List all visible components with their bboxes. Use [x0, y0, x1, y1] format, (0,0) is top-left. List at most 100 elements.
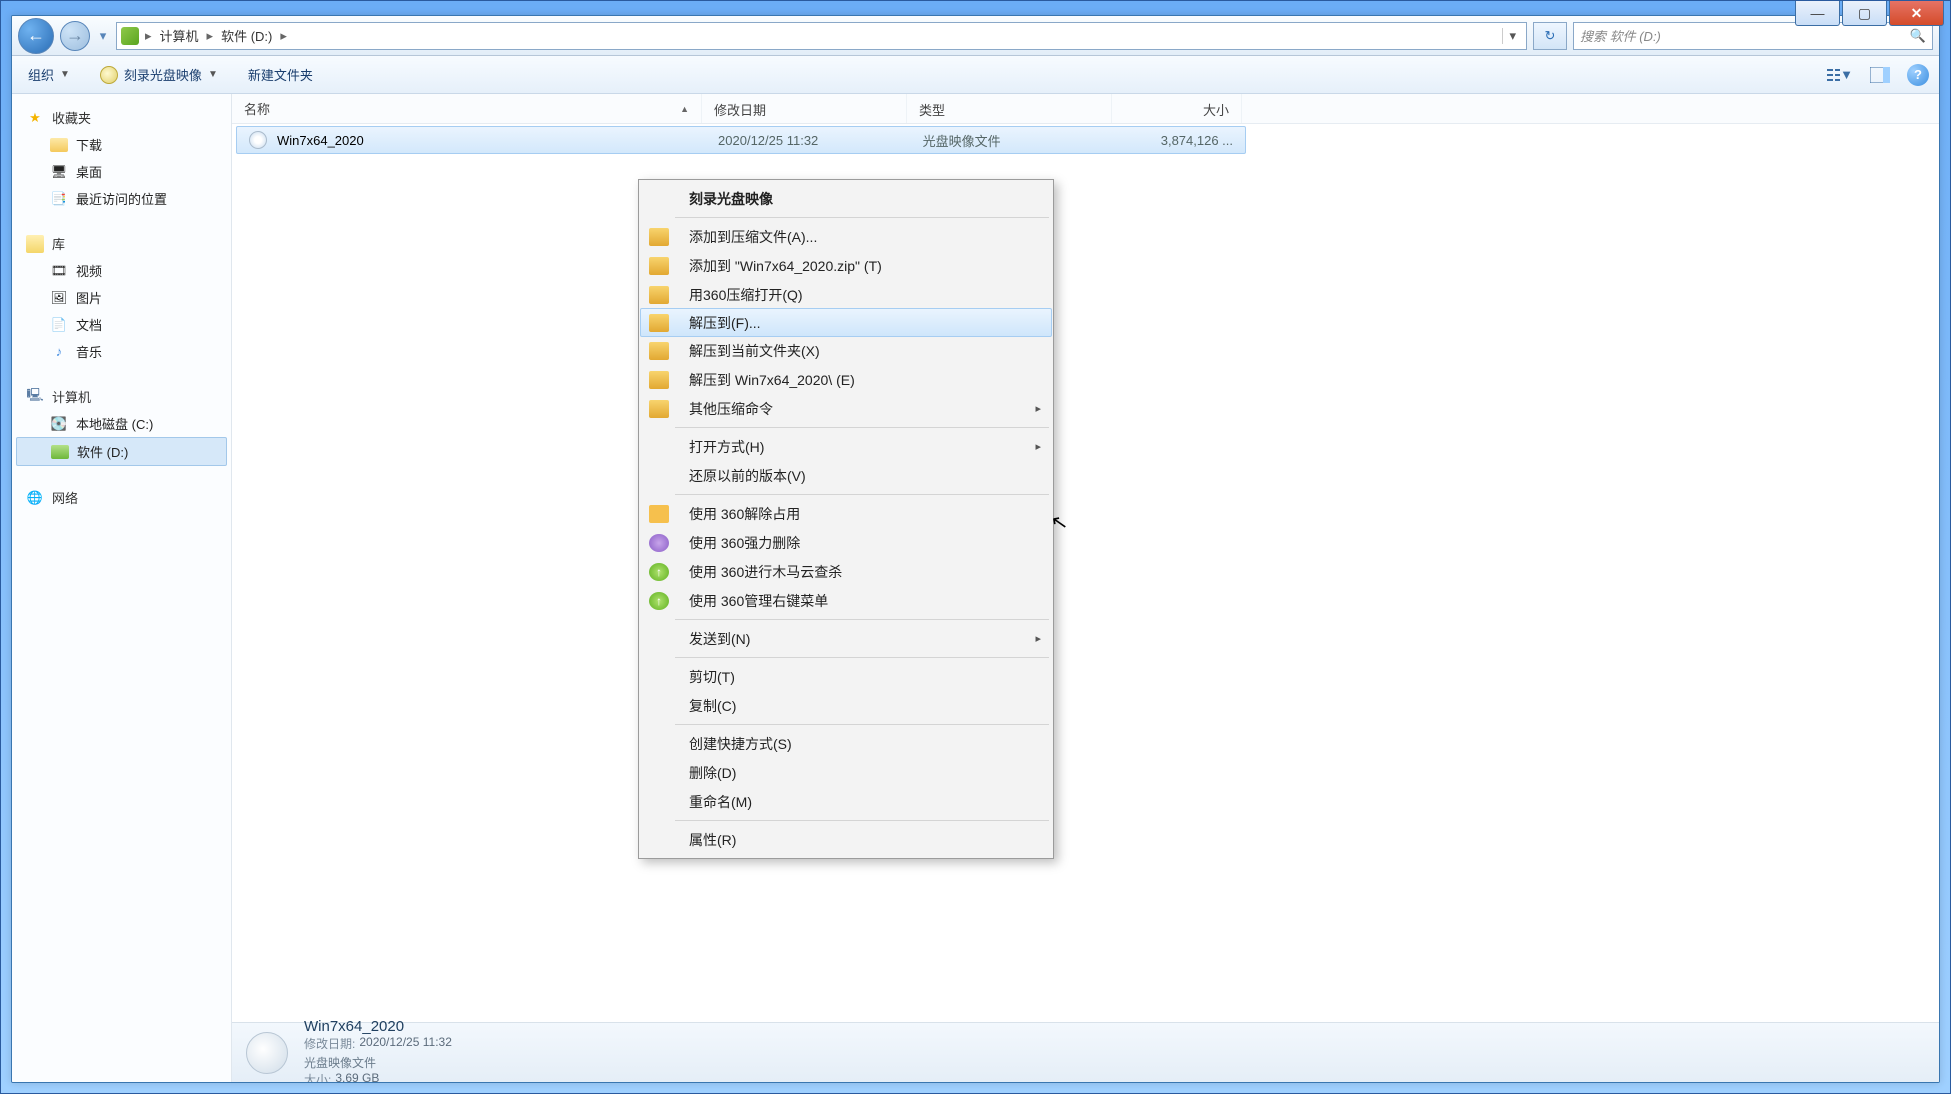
force-delete-icon [649, 534, 669, 552]
chevron-down-icon: ▼ [1840, 67, 1853, 82]
refresh-button[interactable]: ↻ [1533, 22, 1567, 50]
cm-delete[interactable]: 删除(D) [641, 758, 1051, 787]
file-row[interactable]: Win7x64_2020 2020/12/25 11:32 光盘映像文件 3,8… [236, 126, 1246, 154]
list-view-icon [1827, 67, 1840, 83]
content-area: 名称▲ 修改日期 类型 大小 Win7x64_2020 2020/12/25 1… [232, 94, 1939, 1082]
file-date-cell: 2020/12/25 11:32 [706, 133, 911, 148]
cm-360-force-delete[interactable]: 使用 360强力删除 [641, 528, 1051, 557]
libraries-header[interactable]: 库 [16, 230, 227, 257]
refresh-icon: ↻ [1545, 28, 1556, 44]
file-list[interactable]: Win7x64_2020 2020/12/25 11:32 光盘映像文件 3,8… [232, 124, 1939, 1022]
cm-360-manage[interactable]: ↑使用 360管理右键菜单 [641, 586, 1051, 615]
cm-separator [675, 427, 1049, 428]
drive-icon: 💽 [50, 415, 68, 433]
computer-group: 🖳 计算机 💽本地磁盘 (C:) 软件 (D:) [16, 383, 227, 466]
cm-add-archive[interactable]: 添加到压缩文件(A)... [641, 222, 1051, 251]
sidebar-item-music[interactable]: ♪音乐 [16, 338, 227, 365]
burn-image-button[interactable]: 刻录光盘映像 ▼ [94, 61, 224, 88]
sidebar-item-drive-c[interactable]: 💽本地磁盘 (C:) [16, 410, 227, 437]
breadcrumb-sep: ▸ [145, 28, 152, 44]
unlock-icon [649, 505, 669, 523]
column-type[interactable]: 类型 [907, 94, 1112, 123]
cm-open-with[interactable]: 打开方式(H)▸ [641, 432, 1051, 461]
close-button[interactable]: ✕ [1889, 1, 1944, 26]
breadcrumb-computer[interactable]: 计算机 [158, 26, 201, 45]
cm-extract-here[interactable]: 解压到当前文件夹(X) [641, 336, 1051, 365]
context-menu: 刻录光盘映像 添加到压缩文件(A)... 添加到 "Win7x64_2020.z… [638, 179, 1054, 859]
cm-properties[interactable]: 属性(R) [641, 825, 1051, 854]
cm-copy[interactable]: 复制(C) [641, 691, 1051, 720]
cm-other-zip[interactable]: 其他压缩命令▸ [641, 394, 1051, 423]
details-pane: Win7x64_2020 修改日期: 2020/12/25 11:32 光盘映像… [232, 1022, 1939, 1082]
help-button[interactable]: ? [1907, 64, 1929, 86]
sidebar-item-documents[interactable]: 📄文档 [16, 311, 227, 338]
back-button[interactable]: ← [18, 18, 54, 54]
details-type: 光盘映像文件 [304, 1056, 376, 1070]
desktop-icon: 🖥 [50, 163, 68, 181]
nav-history-dropdown[interactable]: ▾ [96, 21, 110, 51]
scan-icon: ↑ [649, 563, 669, 581]
cm-burn-image[interactable]: 刻录光盘映像 [641, 184, 1051, 213]
breadcrumb-drive-d[interactable]: 软件 (D:) [219, 26, 274, 45]
disc-icon [100, 66, 118, 84]
recent-icon: 📑 [50, 190, 68, 208]
cm-create-shortcut[interactable]: 创建快捷方式(S) [641, 729, 1051, 758]
file-thumbnail-icon [246, 1032, 288, 1074]
library-icon [26, 235, 44, 253]
sidebar-item-videos[interactable]: 🎞视频 [16, 257, 227, 284]
cm-extract-to[interactable]: 解压到(F)... [640, 308, 1052, 337]
address-bar[interactable]: ▸ 计算机 ▸ 软件 (D:) ▸ ▾ [116, 22, 1527, 50]
sidebar-item-drive-d[interactable]: 软件 (D:) [16, 437, 227, 466]
search-placeholder: 搜索 软件 (D:) [1580, 26, 1661, 45]
column-size[interactable]: 大小 [1112, 94, 1242, 123]
cm-360-unlock[interactable]: 使用 360解除占用 [641, 499, 1051, 528]
zip-icon [649, 400, 669, 418]
folder-icon [50, 138, 68, 152]
cm-open-360zip[interactable]: 用360压缩打开(Q) [641, 280, 1051, 309]
network-header[interactable]: 🌐 网络 [16, 484, 227, 511]
cm-restore-prev[interactable]: 还原以前的版本(V) [641, 461, 1051, 490]
new-folder-button[interactable]: 新建文件夹 [242, 61, 319, 88]
sidebar-item-downloads[interactable]: 下载 [16, 131, 227, 158]
address-dropdown[interactable]: ▾ [1502, 28, 1522, 44]
preview-pane-button[interactable] [1867, 64, 1893, 86]
submenu-arrow-icon: ▸ [1035, 440, 1041, 453]
cm-rename[interactable]: 重命名(M) [641, 787, 1051, 816]
minimize-button[interactable]: — [1795, 1, 1840, 26]
favorites-group: ★ 收藏夹 下载 🖥桌面 📑最近访问的位置 [16, 104, 227, 212]
drive-icon [121, 27, 139, 45]
organize-button[interactable]: 组织 ▼ [22, 61, 76, 88]
video-icon: 🎞 [50, 262, 68, 280]
file-name-cell: Win7x64_2020 [237, 131, 706, 149]
cm-360-scan[interactable]: ↑使用 360进行木马云查杀 [641, 557, 1051, 586]
cm-extract-named[interactable]: 解压到 Win7x64_2020\ (E) [641, 365, 1051, 394]
computer-header[interactable]: 🖳 计算机 [16, 383, 227, 410]
column-name[interactable]: 名称▲ [232, 94, 702, 123]
cm-separator [675, 619, 1049, 620]
sidebar-item-pictures[interactable]: 🖼图片 [16, 284, 227, 311]
view-mode-button[interactable]: ▼ [1827, 64, 1853, 86]
computer-icon: 🖳 [26, 388, 44, 406]
column-date[interactable]: 修改日期 [702, 94, 907, 123]
favorites-header[interactable]: ★ 收藏夹 [16, 104, 227, 131]
sidebar-item-desktop[interactable]: 🖥桌面 [16, 158, 227, 185]
nav-bar: ← → ▾ ▸ 计算机 ▸ 软件 (D:) ▸ ▾ ↻ 搜索 软件 (D:) 🔍 [12, 16, 1939, 56]
cm-separator [675, 724, 1049, 725]
document-icon: 📄 [50, 316, 68, 334]
chevron-down-icon: ▾ [100, 28, 107, 44]
cm-add-zip[interactable]: 添加到 "Win7x64_2020.zip" (T) [641, 251, 1051, 280]
zip-icon [649, 314, 669, 332]
maximize-button[interactable]: ▢ [1842, 1, 1887, 26]
cm-cut[interactable]: 剪切(T) [641, 662, 1051, 691]
music-icon: ♪ [50, 343, 68, 361]
forward-button[interactable]: → [60, 21, 90, 51]
cm-send-to[interactable]: 发送到(N)▸ [641, 624, 1051, 653]
cm-separator [675, 217, 1049, 218]
explorer-body: ★ 收藏夹 下载 🖥桌面 📑最近访问的位置 库 🎞视频 🖼图片 📄文档 [12, 94, 1939, 1082]
sidebar-item-recent[interactable]: 📑最近访问的位置 [16, 185, 227, 212]
file-type-cell: 光盘映像文件 [911, 131, 1116, 150]
arrow-right-icon: → [66, 25, 84, 46]
zip-icon [649, 342, 669, 360]
star-icon: ★ [26, 109, 44, 127]
arrow-left-icon: ← [27, 25, 45, 46]
